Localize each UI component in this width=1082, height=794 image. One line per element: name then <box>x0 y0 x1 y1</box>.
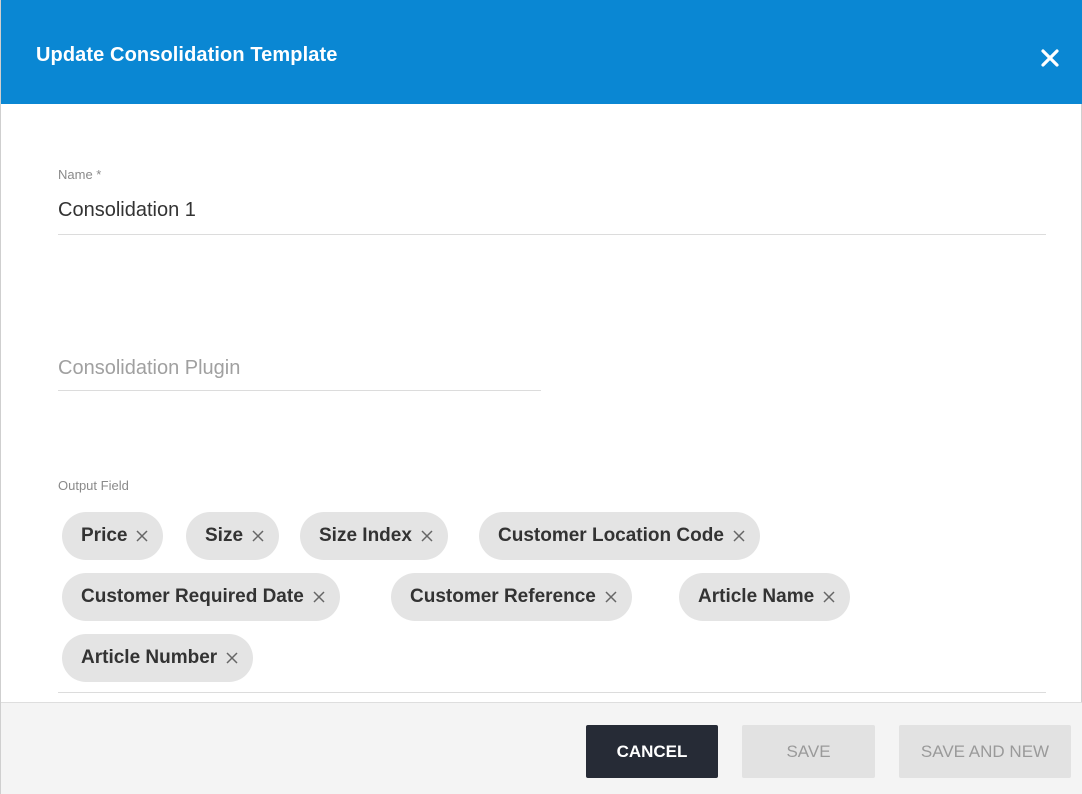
chip-label: Customer Location Code <box>498 525 724 546</box>
name-field-label: Name * <box>58 167 102 182</box>
output-chip-article-number[interactable]: Article Number <box>62 634 254 682</box>
output-chip-customer-location-code[interactable]: Customer Location Code <box>479 512 760 560</box>
chip-label: Customer Required Date <box>81 586 304 607</box>
close-icon[interactable] <box>135 529 149 543</box>
name-input-underline <box>58 234 1046 235</box>
close-icon <box>1041 49 1059 67</box>
output-chip-price[interactable]: Price <box>62 512 164 560</box>
save-button[interactable]: SAVE <box>742 725 875 778</box>
chip-label: Size Index <box>319 525 412 546</box>
output-chip-article-name[interactable]: Article Name <box>679 573 851 621</box>
chip-label: Article Name <box>698 586 815 607</box>
consolidation-plugin-underline <box>58 390 541 391</box>
output-chip-size[interactable]: Size <box>186 512 280 560</box>
chip-label: Size <box>205 525 244 546</box>
close-icon[interactable] <box>604 590 618 604</box>
dialog-header: Update Consolidation Template <box>1 0 1082 104</box>
name-input[interactable]: Consolidation 1 <box>58 199 196 222</box>
chip-label: Article Number <box>81 647 218 668</box>
close-icon[interactable] <box>732 529 746 543</box>
close-icon[interactable] <box>420 529 434 543</box>
close-icon[interactable] <box>312 590 326 604</box>
chip-label: Customer Reference <box>410 586 596 607</box>
close-icon[interactable] <box>822 590 836 604</box>
close-icon[interactable] <box>225 651 239 665</box>
output-chip-customer-required-date[interactable]: Customer Required Date <box>62 573 340 621</box>
close-icon[interactable] <box>251 529 265 543</box>
close-button[interactable] <box>1035 43 1065 73</box>
update-consolidation-template-dialog: Update Consolidation Template Name * Con… <box>0 0 1082 794</box>
output-field-label: Output Field <box>58 478 129 493</box>
output-chip-size-index[interactable]: Size Index <box>300 512 448 560</box>
consolidation-plugin-select[interactable]: Consolidation Plugin <box>58 357 240 380</box>
output-field-underline <box>58 692 1046 693</box>
chip-label: Price <box>81 525 128 546</box>
dialog-title: Update Consolidation Template <box>36 44 338 66</box>
output-chip-customer-reference[interactable]: Customer Reference <box>391 573 632 621</box>
save-and-new-button[interactable]: SAVE AND NEW <box>899 725 1071 778</box>
cancel-button[interactable]: CANCEL <box>586 725 718 778</box>
